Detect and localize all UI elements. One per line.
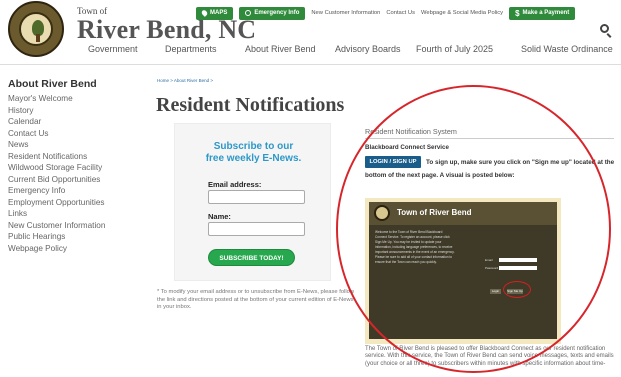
- nav-about-river-bend[interactable]: About River Bend: [245, 44, 316, 54]
- make-payment-button[interactable]: $ Make a Payment: [509, 6, 576, 20]
- site-name-main: River Bend: [77, 15, 205, 44]
- search-icon[interactable]: [600, 24, 609, 33]
- payment-label: Make a Payment: [522, 10, 570, 16]
- email-label: Email address:: [208, 180, 262, 189]
- contact-link[interactable]: Contact Us: [386, 10, 415, 16]
- breadcrumb[interactable]: Home > About River Bend >: [157, 78, 213, 83]
- header-divider: [0, 64, 621, 65]
- maps-label: MAPS: [210, 10, 228, 16]
- sidebar-item-news[interactable]: News: [8, 139, 158, 151]
- emergency-info-button[interactable]: Emergency Info: [239, 6, 306, 20]
- sidebar-item-public-hearings[interactable]: Public Hearings: [8, 231, 158, 243]
- dollar-icon: $: [515, 8, 520, 18]
- nav-fourth-of-july[interactable]: Fourth of July 2025: [416, 44, 493, 54]
- alert-icon: [245, 10, 252, 16]
- seal-inner: [19, 12, 53, 46]
- emergency-label: Emergency Info: [254, 10, 300, 16]
- sidebar: About River Bend Mayor's Welcome History…: [8, 78, 158, 254]
- maps-button[interactable]: MAPS: [196, 6, 234, 20]
- annotation-large-circle: [336, 85, 611, 373]
- sidebar-item-resident-notifications[interactable]: Resident Notifications: [8, 151, 158, 163]
- nav-departments[interactable]: Departments: [165, 44, 217, 54]
- enews-heading: Subscribe to our free weekly E-News.: [175, 141, 332, 165]
- sidebar-item-history[interactable]: History: [8, 105, 158, 117]
- sidebar-item-emergency-info[interactable]: Emergency Info: [8, 185, 158, 197]
- map-pin-icon: [200, 9, 209, 17]
- nav-advisory-boards[interactable]: Advisory Boards: [335, 44, 401, 54]
- nav-government[interactable]: Government: [88, 44, 138, 54]
- email-field[interactable]: [208, 190, 305, 204]
- enews-signup-form: Subscribe to our free weekly E-News. Ema…: [174, 123, 331, 281]
- name-label: Name:: [208, 212, 231, 221]
- subscribe-button[interactable]: SUBSCRIBE TODAY!: [208, 249, 295, 266]
- sidebar-item-links[interactable]: Links: [8, 208, 158, 220]
- main-nav: Government Departments About River Bend …: [0, 44, 621, 60]
- new-customer-link[interactable]: New Customer Information: [311, 10, 380, 16]
- name-field[interactable]: [208, 222, 305, 236]
- site-header: Town of River Bend, NC MAPS Emergency In…: [0, 0, 621, 60]
- sidebar-item-contact-us[interactable]: Contact Us: [8, 128, 158, 140]
- utility-bar: MAPS Emergency Info New Customer Informa…: [196, 6, 576, 20]
- sidebar-item-calendar[interactable]: Calendar: [8, 116, 158, 128]
- enews-footnote: * To modify your email address or to uns…: [157, 289, 355, 310]
- webpage-policy-link[interactable]: Webpage & Social Media Policy: [421, 10, 503, 16]
- sidebar-item-bid-opportunities[interactable]: Current Bid Opportunities: [8, 174, 158, 186]
- sidebar-item-mayors-welcome[interactable]: Mayor's Welcome: [8, 93, 158, 105]
- sidebar-title: About River Bend: [8, 78, 97, 90]
- sidebar-item-wildwood-storage[interactable]: Wildwood Storage Facility: [8, 162, 158, 174]
- page-title: Resident Notifications: [156, 94, 345, 116]
- sidebar-item-employment[interactable]: Employment Opportunities: [8, 197, 158, 209]
- sidebar-item-webpage-policy[interactable]: Webpage Policy: [8, 243, 158, 255]
- sidebar-item-new-customer[interactable]: New Customer Information: [8, 220, 158, 232]
- tree-trunk: [36, 34, 40, 42]
- nav-solid-waste[interactable]: Solid Waste Ordinance: [521, 44, 613, 54]
- enews-heading-line1: Subscribe to our: [213, 141, 294, 152]
- enews-heading-line2: free weekly E-News.: [205, 153, 302, 164]
